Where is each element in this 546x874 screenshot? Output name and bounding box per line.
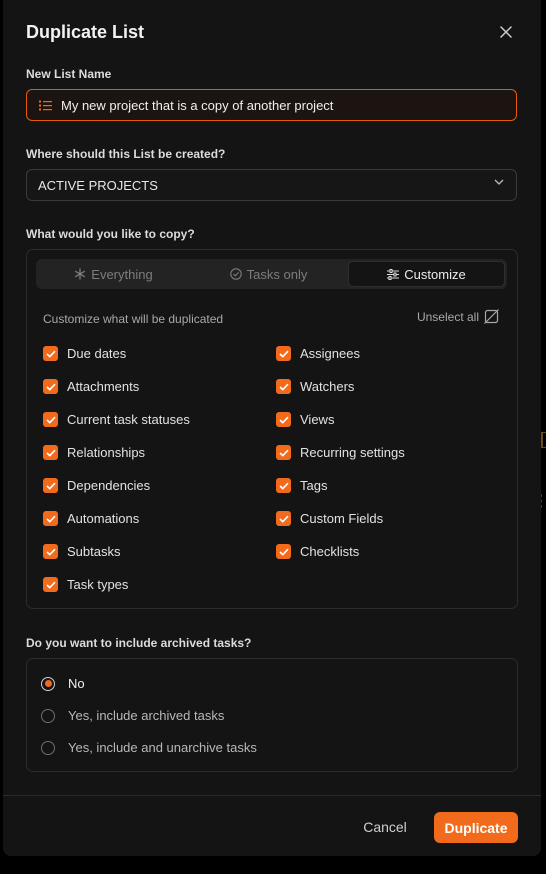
duplicate-list-dialog: Duplicate List New List Name Where shoul…	[3, 0, 541, 856]
checkbox-checked	[43, 412, 58, 427]
option-label: Relationships	[67, 445, 146, 460]
option-label: Automations	[67, 511, 140, 526]
list-name-field[interactable]	[26, 89, 517, 121]
option-due-dates[interactable]: Due dates	[43, 346, 126, 361]
checkbox-checked	[276, 445, 291, 460]
option-label: Watchers	[300, 379, 355, 394]
tab-tasks-only[interactable]: Tasks only	[191, 259, 346, 289]
checkbox-checked	[276, 379, 291, 394]
checkbox-checked	[276, 412, 291, 427]
asterisk-icon	[75, 268, 86, 280]
checkbox-checked	[43, 379, 58, 394]
archived-option-label: Yes, include archived tasks	[68, 708, 225, 723]
location-select[interactable]: ACTIVE PROJECTS	[26, 169, 517, 201]
checkbox-checked	[276, 346, 291, 361]
tab-customize-label: Customize	[404, 266, 466, 282]
unselect-all-label: Unselect all	[416, 309, 479, 324]
archived-option-label: Yes, include and unarchive tasks	[68, 740, 257, 755]
close-button[interactable]	[497, 23, 515, 41]
option-task-types[interactable]: Task types	[43, 577, 128, 592]
option-label: Attachments	[67, 379, 140, 394]
list-name-label: New List Name	[26, 67, 112, 81]
list-icon	[39, 100, 53, 111]
checkbox-checked	[43, 445, 58, 460]
close-icon	[500, 26, 512, 38]
duplicate-button[interactable]: Duplicate	[434, 812, 518, 843]
option-label: Assignees	[300, 346, 360, 361]
option-label: Dependencies	[67, 478, 151, 493]
option-watchers[interactable]: Watchers	[276, 379, 354, 394]
customize-heading: Customize what will be duplicated	[43, 312, 224, 326]
background-fragment	[541, 432, 546, 448]
option-label: Views	[300, 412, 335, 427]
tab-customize[interactable]: Customize	[348, 261, 505, 287]
option-label: Task types	[67, 577, 129, 592]
tab-tasks-only-label: Tasks only	[246, 266, 308, 282]
unselect-all-button[interactable]: Unselect all	[417, 309, 499, 324]
radio-unselected	[41, 740, 55, 755]
copy-label: What would you like to copy?	[26, 227, 195, 241]
checkbox-checked	[276, 511, 291, 526]
option-current-task-statuses[interactable]: Current task statuses	[43, 412, 190, 427]
archived-option-unarchive[interactable]: Yes, include and unarchive tasks	[41, 740, 257, 755]
copy-options-panel: Everything Tasks only Customize Customiz…	[26, 249, 518, 609]
option-label: Subtasks	[67, 544, 121, 559]
checkbox-checked	[276, 544, 291, 559]
option-dependencies[interactable]: Dependencies	[43, 478, 150, 493]
location-label: Where should this List be created?	[26, 147, 226, 161]
checkbox-checked	[43, 544, 58, 559]
option-label: Current task statuses	[67, 412, 190, 427]
archived-label: Do you want to include archived tasks?	[26, 636, 252, 650]
dialog-title: Duplicate List	[26, 22, 145, 42]
option-tags[interactable]: Tags	[276, 478, 327, 493]
option-label: Due dates	[67, 346, 127, 361]
checkbox-checked	[43, 511, 58, 526]
sliders-icon	[387, 268, 400, 280]
tab-everything-label: Everything	[91, 266, 153, 282]
cancel-button[interactable]: Cancel	[359, 812, 411, 842]
list-name-input[interactable]	[61, 97, 501, 113]
option-checklists[interactable]: Checklists	[276, 544, 359, 559]
archived-option-include[interactable]: Yes, include archived tasks	[41, 708, 224, 723]
archived-option-no[interactable]: No	[41, 676, 85, 691]
archived-options-panel: No Yes, include archived tasks Yes, incl…	[26, 658, 518, 772]
checkbox-checked	[43, 478, 58, 493]
background-fragment	[541, 494, 546, 508]
option-custom-fields[interactable]: Custom Fields	[276, 511, 383, 526]
archived-option-label: No	[68, 676, 85, 691]
option-attachments[interactable]: Attachments	[43, 379, 139, 394]
radio-selected	[41, 676, 55, 691]
checkbox-checked	[43, 346, 58, 361]
option-subtasks[interactable]: Subtasks	[43, 544, 120, 559]
option-label: Checklists	[300, 544, 360, 559]
option-label: Recurring settings	[300, 445, 405, 460]
copy-mode-tabs: Everything Tasks only Customize	[36, 259, 507, 289]
option-label: Tags	[300, 478, 328, 493]
checkbox-checked	[43, 577, 58, 592]
option-assignees[interactable]: Assignees	[276, 346, 360, 361]
option-label: Custom Fields	[300, 511, 384, 526]
check-circle-icon	[229, 268, 242, 280]
option-recurring-settings[interactable]: Recurring settings	[276, 445, 405, 460]
tab-everything[interactable]: Everything	[36, 259, 191, 289]
option-automations[interactable]: Automations	[43, 511, 139, 526]
option-views[interactable]: Views	[276, 412, 334, 427]
radio-unselected	[41, 708, 55, 723]
dialog-footer: Cancel Duplicate	[3, 795, 541, 856]
checkbox-checked	[276, 478, 291, 493]
location-selected: ACTIVE PROJECTS	[38, 177, 158, 193]
option-relationships[interactable]: Relationships	[43, 445, 145, 460]
chevron-down-icon	[494, 179, 504, 185]
unselect-icon	[484, 309, 499, 324]
